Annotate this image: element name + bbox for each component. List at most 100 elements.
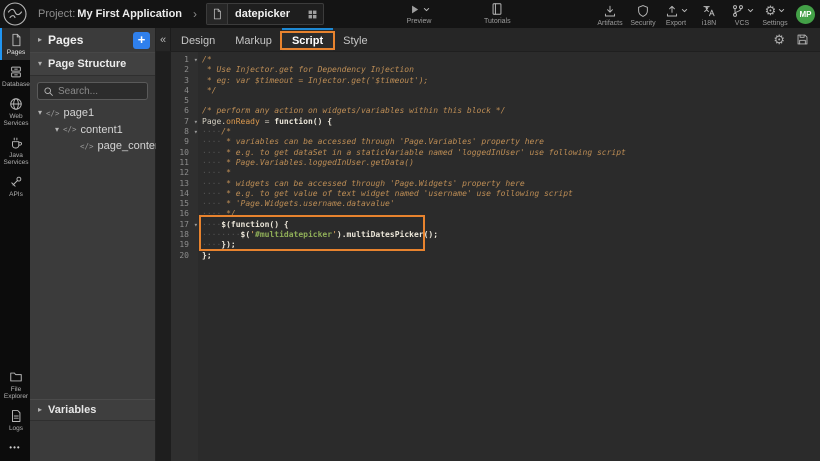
line-number: 13 xyxy=(171,179,198,189)
search-input[interactable] xyxy=(58,86,142,97)
code-segment: onReady xyxy=(226,117,260,126)
pages-panel-header[interactable]: ▸ Pages + xyxy=(30,28,155,53)
code-line-14[interactable]: ···· * e.g. to get value of text widget … xyxy=(202,189,820,199)
rail-item-file-explorer[interactable]: File Explorer xyxy=(0,365,30,404)
code-line-5[interactable] xyxy=(202,96,820,106)
code-line-19[interactable]: ····}); xyxy=(202,240,820,250)
code-line-3[interactable]: * eg: var $timeout = Injector.get('$time… xyxy=(202,76,820,86)
code-segment: */ xyxy=(202,86,216,95)
editor-settings-gear-icon[interactable]: ⚙ xyxy=(773,33,785,46)
rail-item-java-services[interactable]: Java Services xyxy=(0,131,30,170)
settings-button[interactable]: ⚙Settings xyxy=(762,4,788,28)
collapse-panel-button[interactable]: « xyxy=(156,28,171,51)
page-structure-header[interactable]: ▾ Page Structure xyxy=(30,53,155,76)
code-line-6[interactable]: /* perform any action on widgets/variabl… xyxy=(202,106,820,116)
settings-label: Settings xyxy=(762,20,787,28)
variables-section-header[interactable]: ▸ Variables xyxy=(30,399,155,421)
code-segment: ···· xyxy=(202,199,221,208)
caret-down-icon[interactable]: ▾ xyxy=(51,126,63,134)
tab-markup[interactable]: Markup xyxy=(225,28,282,51)
line-number: 10 xyxy=(171,148,198,158)
code-line-1[interactable]: /* xyxy=(202,55,820,65)
i18n-button[interactable]: i18N xyxy=(696,4,722,28)
rail-top-items: PagesDatabasesWeb Services Java Services A… xyxy=(0,28,30,202)
code-line-11[interactable]: ···· * Page.Variables.loggedInUser.getDa… xyxy=(202,158,820,168)
apis-icon xyxy=(9,175,23,189)
rail-item-apis[interactable]: APIs xyxy=(0,170,30,202)
artifacts-label: Artifacts xyxy=(597,20,622,28)
rail-item-logs[interactable]: Logs xyxy=(0,404,30,436)
code-line-15[interactable]: ···· * 'Page.Widgets.username.datavalue' xyxy=(202,199,820,209)
panel-bottom-space xyxy=(30,421,155,461)
save-button[interactable] xyxy=(796,33,809,46)
code-segment: * Use Injector.get for Dependency Inject… xyxy=(202,65,414,74)
editor-region: « DesignMarkupScriptStyle ⚙ 1▾234567▾8▾9… xyxy=(156,28,820,461)
tree-node-page_content1[interactable]: </>page_content1 xyxy=(30,138,155,155)
code-line-10[interactable]: ···· * e.g. to get dataSet in a staticVa… xyxy=(202,148,820,158)
tree-node-content1[interactable]: ▾</>content1 xyxy=(30,122,155,139)
code-segment: * variables can be accessed through 'Pag… xyxy=(221,137,544,146)
project-name: My First Application xyxy=(77,8,182,20)
preview-button[interactable]: Preview xyxy=(406,2,432,26)
editor-toolbar: ⚙ xyxy=(773,28,820,51)
add-page-button[interactable]: + xyxy=(133,32,150,49)
code-line-7[interactable]: Page.onReady = function() { xyxy=(202,117,820,127)
line-number: 7▾ xyxy=(171,117,198,127)
line-number: 11 xyxy=(171,158,198,168)
code-segment: ···· xyxy=(202,209,221,218)
code-line-20[interactable]: }; xyxy=(202,251,820,261)
rail-item-pages[interactable]: Pages xyxy=(0,28,30,60)
vcs-icon xyxy=(731,4,745,18)
code-line-17[interactable]: ····$(function() { xyxy=(202,220,820,230)
tree-node-page1[interactable]: ▾</>page1 xyxy=(30,105,155,122)
code-segment: #multidatepicker xyxy=(255,230,332,239)
tab-style[interactable]: Style xyxy=(333,28,377,51)
code-segment: = xyxy=(260,117,274,126)
code-segment: ···· xyxy=(202,148,221,157)
code-segment: * widgets can be accessed through 'Page.… xyxy=(221,179,524,188)
security-label: Security xyxy=(630,20,655,28)
wavemaker-logo[interactable] xyxy=(3,2,27,26)
security-button[interactable]: Security xyxy=(630,4,656,28)
code-segment: * 'Page.Widgets.username.datavalue' xyxy=(221,199,394,208)
export-button[interactable]: Export xyxy=(663,4,689,28)
file-explorer-icon xyxy=(9,370,23,384)
line-number: 17▾ xyxy=(171,220,198,230)
code-line-16[interactable]: ···· */ xyxy=(202,209,820,219)
line-number: 4 xyxy=(171,86,198,96)
code-line-18[interactable]: ········$('#multidatepicker').multiDates… xyxy=(202,230,820,240)
grid-icon xyxy=(307,9,318,20)
tab-design[interactable]: Design xyxy=(171,28,225,51)
search-box[interactable] xyxy=(37,82,148,100)
code-line-13[interactable]: ···· * widgets can be accessed through '… xyxy=(202,179,820,189)
vcs-button[interactable]: VCS xyxy=(729,4,755,28)
pages-panel: ▸ Pages + ▾ Page Structure ▾</>page1▾</>… xyxy=(30,28,156,461)
code-line-8[interactable]: ····/* xyxy=(202,127,820,137)
line-number: 18 xyxy=(171,230,198,240)
caret-right-icon: ▸ xyxy=(38,36,42,44)
open-page-tab[interactable]: datepicker xyxy=(206,3,324,25)
artifacts-button[interactable]: Artifacts xyxy=(597,4,623,28)
code-line-9[interactable]: ···· * variables can be accessed through… xyxy=(202,137,820,147)
code-line-4[interactable]: */ xyxy=(202,86,820,96)
grid-icon-cell[interactable] xyxy=(301,9,323,20)
tutorials-button[interactable]: Tutorials xyxy=(484,2,511,26)
more-options-button[interactable]: ••• xyxy=(0,436,30,461)
code-segment: ···· xyxy=(202,158,221,167)
caret-right-icon: ▸ xyxy=(38,406,42,414)
tree-node-label: content1 xyxy=(81,124,123,136)
tab-script[interactable]: Script xyxy=(282,28,333,51)
code-line-2[interactable]: * Use Injector.get for Dependency Inject… xyxy=(202,65,820,75)
code-content[interactable]: /* * Use Injector.get for Dependency Inj… xyxy=(198,52,820,461)
rail-item-web-services[interactable]: Web Services xyxy=(0,92,30,131)
user-avatar[interactable]: MP xyxy=(796,5,815,24)
play-icon xyxy=(408,3,421,16)
rail-item-databases[interactable]: Databases xyxy=(0,60,30,92)
code-segment: * e.g. to get dataSet in a staticVariabl… xyxy=(221,148,626,157)
artifacts-icon xyxy=(603,4,617,18)
code-line-12[interactable]: ···· * xyxy=(202,168,820,178)
databases-icon xyxy=(9,65,23,79)
rail-item-label: Java Services xyxy=(2,152,30,166)
code-segment: }; xyxy=(202,251,212,260)
caret-down-icon[interactable]: ▾ xyxy=(34,109,46,117)
